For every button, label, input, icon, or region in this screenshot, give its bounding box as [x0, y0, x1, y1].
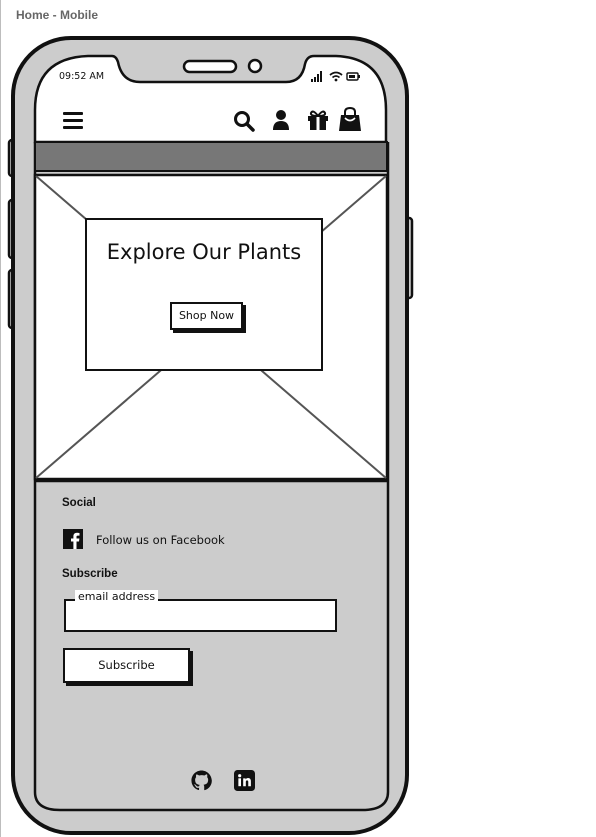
gift-icon[interactable] — [307, 109, 329, 131]
facebook-link[interactable]: Follow us on Facebook — [96, 533, 225, 547]
signal-icon — [311, 71, 322, 82]
wifi-icon — [329, 71, 343, 82]
facebook-icon[interactable] — [63, 529, 83, 549]
github-icon[interactable] — [191, 770, 212, 791]
shop-now-button[interactable]: Shop Now — [170, 302, 243, 330]
search-icon[interactable] — [233, 110, 255, 132]
shopping-bag-icon[interactable] — [338, 107, 362, 132]
status-icons — [311, 71, 360, 82]
hero-title: Explore Our Plants — [106, 240, 302, 264]
user-icon[interactable] — [272, 109, 290, 131]
social-heading: Social — [62, 497, 96, 509]
subscribe-button[interactable]: Subscribe — [63, 648, 190, 683]
battery-icon — [346, 72, 360, 81]
speaker-grille — [182, 59, 238, 74]
status-time: 09:52 AM — [59, 71, 105, 82]
hamburger-menu-icon[interactable] — [62, 110, 84, 130]
phone-frame — [7, 36, 414, 835]
linkedin-icon[interactable] — [234, 770, 255, 791]
subscribe-heading: Subscribe — [62, 568, 118, 580]
front-camera — [247, 58, 263, 74]
announcement-bar — [34, 141, 388, 172]
email-field-label: email address — [75, 590, 159, 604]
